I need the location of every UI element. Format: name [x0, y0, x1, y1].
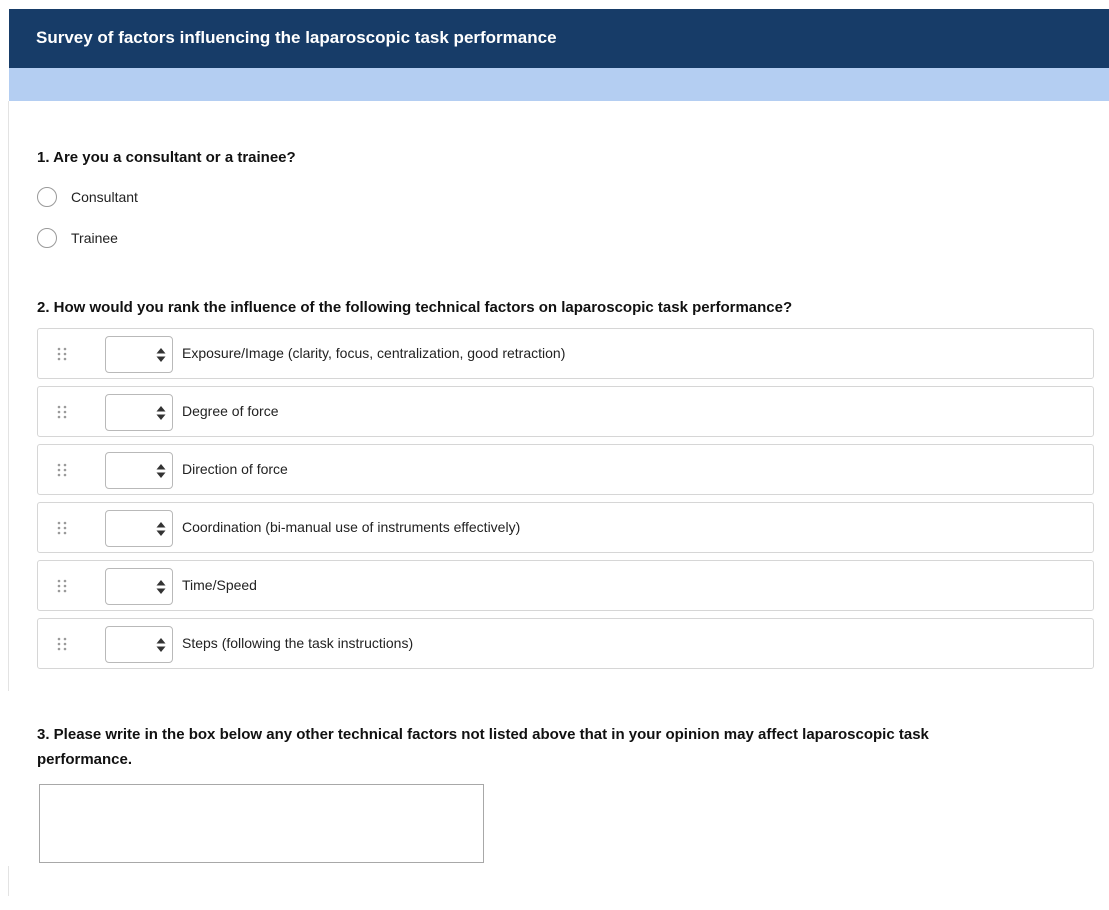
progress-bar [9, 68, 1109, 101]
question-1-title: 1. Are you a consultant or a trainee? [37, 149, 296, 166]
rank-label-time-speed: Time/Speed [182, 577, 257, 593]
rank-item-coordination[interactable]: Coordination (bi-manual use of instrumen… [37, 502, 1094, 553]
up-down-arrows-icon [156, 580, 166, 594]
drag-dots-icon[interactable] [56, 578, 68, 594]
drag-dots-icon[interactable] [56, 404, 68, 420]
rank-label-steps: Steps (following the task instructions) [182, 635, 414, 651]
up-down-arrows-icon [156, 464, 166, 478]
drag-dots-icon[interactable] [56, 520, 68, 536]
question-2-title: 2. How would you rank the influence of t… [37, 299, 793, 316]
up-down-arrows-icon [156, 522, 166, 536]
drag-dots-icon[interactable] [56, 346, 68, 362]
survey-title: Survey of factors influencing the laparo… [36, 28, 557, 47]
radio-option-consultant[interactable]: Consultant [37, 186, 138, 208]
rank-item-time-speed[interactable]: Time/Speed [37, 560, 1094, 611]
rank-select-degree-of-force[interactable] [105, 394, 173, 431]
rank-item-degree-of-force[interactable]: Degree of force [37, 386, 1094, 437]
up-down-arrows-icon [156, 638, 166, 652]
rank-label-coordination: Coordination (bi-manual use of instrumen… [182, 519, 521, 535]
other-factors-textarea[interactable] [39, 784, 484, 863]
up-down-arrows-icon [156, 348, 166, 362]
rank-list: Exposure/Image (clarity, focus, centrali… [37, 328, 1094, 676]
rank-select-steps[interactable] [105, 626, 173, 663]
radio-button-consultant[interactable] [37, 187, 57, 207]
rank-select-coordination[interactable] [105, 510, 173, 547]
rank-item-exposure[interactable]: Exposure/Image (clarity, focus, centrali… [37, 328, 1094, 379]
rank-select-exposure[interactable] [105, 336, 173, 373]
rank-label-degree-of-force: Degree of force [182, 403, 279, 419]
radio-label-consultant: Consultant [71, 189, 138, 205]
radio-button-trainee[interactable] [37, 228, 57, 248]
rank-select-direction-of-force[interactable] [105, 452, 173, 489]
page-left-border [8, 101, 9, 691]
drag-dots-icon[interactable] [56, 462, 68, 478]
survey-header: Survey of factors influencing the laparo… [9, 9, 1109, 68]
rank-select-time-speed[interactable] [105, 568, 173, 605]
question-3-title: 3. Please write in the box below any oth… [37, 726, 929, 768]
rank-item-steps[interactable]: Steps (following the task instructions) [37, 618, 1094, 669]
rank-label-direction-of-force: Direction of force [182, 461, 288, 477]
radio-label-trainee: Trainee [71, 230, 118, 246]
rank-item-direction-of-force[interactable]: Direction of force [37, 444, 1094, 495]
rank-label-exposure: Exposure/Image (clarity, focus, centrali… [182, 345, 566, 361]
up-down-arrows-icon [156, 406, 166, 420]
radio-option-trainee[interactable]: Trainee [37, 227, 118, 249]
drag-dots-icon[interactable] [56, 636, 68, 652]
page-left-border-lower [8, 866, 9, 896]
